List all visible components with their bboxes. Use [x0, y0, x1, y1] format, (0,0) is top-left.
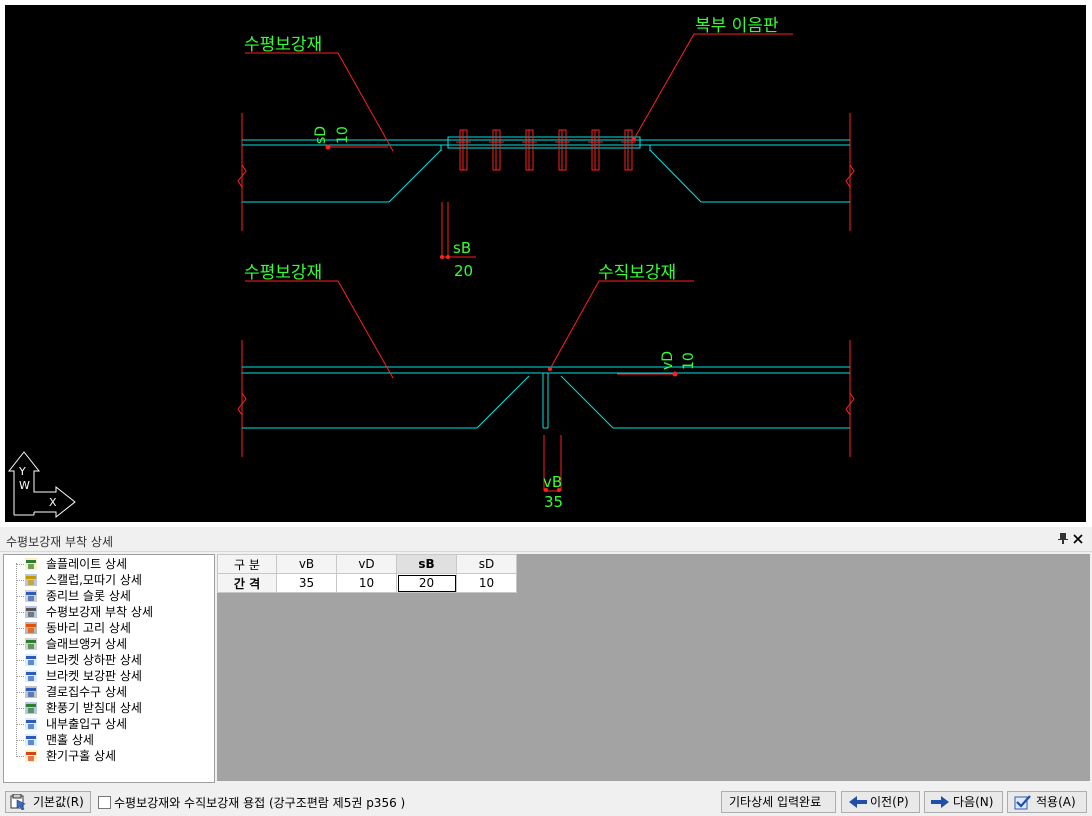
prev-button-label: 이전(P): [870, 795, 909, 809]
dim-sD-value: 10: [335, 126, 351, 144]
row-header-spacing: 간 격: [217, 573, 277, 593]
column-header-vD[interactable]: vD: [336, 554, 397, 574]
detail-panel-header: 수평보강재 부착 상세: [0, 531, 1092, 552]
tree-item-label: 브라켓 상하판 상세: [46, 653, 142, 667]
dim-sB-value: 20: [454, 262, 473, 280]
close-icon[interactable]: [1071, 532, 1085, 548]
access-door-icon: [25, 718, 37, 730]
tree-item[interactable]: 수평보강재 부착 상세: [4, 604, 212, 620]
next-button-label: 다음(N): [953, 795, 994, 809]
tree-item[interactable]: 스캘럽,모따기 상세: [4, 572, 212, 588]
cell-vD[interactable]: 10: [336, 573, 397, 593]
label-web-splice-plate: 복부 이음판: [695, 16, 779, 36]
bolt-group: [456, 129, 636, 171]
fan-support-icon: [25, 702, 37, 714]
label-vertical-stiffener: 수직보강재: [598, 263, 676, 283]
detail-tree[interactable]: 솔플레이트 상세스캘럽,모따기 상세종리브 슬롯 상세수평보강재 부착 상세동바…: [3, 554, 215, 783]
dim-sB-label: sB: [453, 239, 471, 257]
column-header-sB[interactable]: sB: [396, 554, 457, 574]
default-button-label: 기본값(R): [33, 795, 84, 809]
reset-icon: [10, 794, 26, 810]
rib-slot-icon: [25, 590, 37, 602]
tree-item[interactable]: 맨홀 상세: [4, 732, 212, 748]
tree-item-label: 결로집수구 상세: [46, 685, 128, 699]
tree-item[interactable]: 브라켓 상하판 상세: [4, 652, 212, 668]
manhole-icon: [25, 734, 37, 746]
column-header-vB[interactable]: vB: [276, 554, 337, 574]
cad-viewport[interactable]: 수평보강재 복부 이음판 수평보강재 수직보강재 sD 10 sB 20 vD …: [0, 0, 1092, 527]
tree-item[interactable]: 환기구홀 상세: [4, 748, 212, 764]
column-header-sD[interactable]: sD: [456, 554, 517, 574]
prev-button[interactable]: 이전(P): [841, 791, 920, 813]
tree-item-label: 슬래브앵커 상세: [46, 637, 128, 651]
slab-anchor-icon: [25, 638, 37, 650]
horizontal-stiffener-icon: [25, 606, 37, 618]
arrow-right-icon: [931, 796, 949, 808]
tree-item-label: 환기구홀 상세: [46, 749, 117, 763]
drain-icon: [25, 686, 37, 698]
dim-sD-label: sD: [313, 126, 329, 144]
bottom-toolbar: 기본값(R) 수평보강재와 수직보강재 용접 (강구조편람 제5권 p356 )…: [0, 787, 1092, 816]
shoring-ring-icon: [25, 622, 37, 634]
tree-item-label: 수평보강재 부착 상세: [46, 605, 153, 619]
tree-item[interactable]: 결로집수구 상세: [4, 684, 212, 700]
sole-plate-icon: [25, 558, 37, 570]
top-detail: [237, 33, 855, 259]
label-horizontal-stiffener-top: 수평보강재: [244, 35, 322, 55]
tree-item[interactable]: 종리브 슬롯 상세: [4, 588, 212, 604]
tree-item-label: 종리브 슬롯 상세: [46, 589, 131, 603]
dim-vD-value: 10: [681, 352, 697, 370]
tree-item-label: 동바리 고리 상세: [46, 621, 131, 635]
spacing-table: 구 분 vB vD sB sD 간 격 35 10 20 10: [217, 554, 517, 593]
table-header-category: 구 분: [217, 554, 277, 574]
panel-title: 수평보강재 부착 상세: [6, 535, 113, 549]
arrow-left-icon: [849, 796, 867, 808]
grid-area: 구 분 vB vD sB sD 간 격 35 10 20 10: [217, 554, 1090, 781]
tree-item-label: 솔플레이트 상세: [46, 557, 128, 571]
pin-icon[interactable]: [1056, 532, 1070, 548]
dim-vB-value: 35: [544, 493, 563, 511]
weld-checkbox[interactable]: [98, 796, 111, 809]
apply-button[interactable]: 적용(A): [1007, 791, 1087, 813]
tree-item-label: 맨홀 상세: [46, 733, 94, 747]
tree-item-label: 스캘럽,모따기 상세: [46, 573, 142, 587]
scallop-icon: [25, 574, 37, 586]
tree-item-label: 내부출입구 상세: [46, 717, 128, 731]
label-horizontal-stiffener-bottom: 수평보강재: [244, 263, 322, 283]
ucs-y-label: Y: [18, 465, 26, 478]
dim-vD-label: vD: [660, 351, 676, 370]
tree-item[interactable]: 환풍기 받침대 상세: [4, 700, 212, 716]
cad-drawing-svg: 수평보강재 복부 이음판 수평보강재 수직보강재 sD 10 sB 20 vD …: [7, 16, 855, 519]
dim-vB-label: vB: [543, 473, 562, 491]
ucs-x-label: X: [49, 496, 57, 509]
tree-item-label: 환풍기 받침대 상세: [46, 701, 142, 715]
bracket-stiffener-icon: [25, 670, 37, 682]
tree-item[interactable]: 동바리 고리 상세: [4, 620, 212, 636]
cell-sD[interactable]: 10: [456, 573, 517, 593]
bottom-detail: [237, 280, 855, 492]
vent-hole-icon: [25, 750, 37, 762]
cad-drawing-canvas[interactable]: 수평보강재 복부 이음판 수평보강재 수직보강재 sD 10 sB 20 vD …: [5, 5, 1086, 522]
tree-item[interactable]: 슬래브앵커 상세: [4, 636, 212, 652]
tree-item-label: 브라켓 보강판 상세: [46, 669, 142, 683]
default-button[interactable]: 기본값(R): [5, 791, 91, 813]
next-button[interactable]: 다음(N): [924, 791, 1003, 813]
cell-sB[interactable]: 20: [396, 573, 457, 593]
tree-item[interactable]: 솔플레이트 상세: [4, 556, 212, 572]
checkmark-icon: [1014, 795, 1031, 810]
apply-button-label: 적용(A): [1036, 795, 1076, 809]
tree-item[interactable]: 브라켓 보강판 상세: [4, 668, 212, 684]
complete-input-label: 기타상세 입력완료: [729, 795, 822, 809]
ucs-w-label: W: [19, 479, 30, 492]
bracket-flange-icon: [25, 654, 37, 666]
tree-item[interactable]: 내부출입구 상세: [4, 716, 212, 732]
weld-checkbox-label[interactable]: 수평보강재와 수직보강재 용접 (강구조편람 제5권 p356 ): [114, 794, 405, 811]
complete-input-button[interactable]: 기타상세 입력완료: [721, 791, 836, 813]
cell-vB[interactable]: 35: [276, 573, 337, 593]
